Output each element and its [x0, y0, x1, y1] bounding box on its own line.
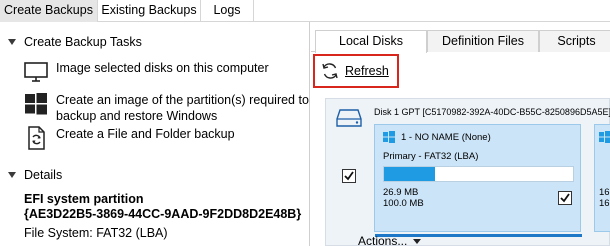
- monitor-icon: [24, 62, 48, 82]
- details-heading: Details: [24, 168, 63, 182]
- windows-icon: [25, 93, 47, 115]
- usage-bar: [383, 166, 574, 182]
- task-image-disks[interactable]: Image selected disks on this computer: [24, 60, 269, 84]
- partition-guid: {AE3D22B5-3869-44CC-9AAD-9F2DD8D2E48B}: [24, 207, 302, 221]
- dropdown-caret-icon: [413, 238, 422, 244]
- hard-disk-icon: [336, 109, 362, 127]
- partition-name: 1 - NO NAME (None): [401, 132, 491, 143]
- check-icon: [560, 193, 570, 203]
- task-label: Create a File and Folder backup: [56, 127, 235, 141]
- total-size: 100.0 MB: [383, 198, 424, 209]
- collapse-caret-icon: [8, 39, 16, 45]
- tab-existing-backups[interactable]: Existing Backups: [98, 0, 201, 22]
- disk-map: Disk 1 GPT [C5170982-392A-40DC-B55C-8250…: [325, 98, 610, 246]
- refresh-button[interactable]: Refresh: [313, 54, 399, 88]
- refresh-label: Refresh: [345, 64, 389, 78]
- tab-local-disks[interactable]: Local Disks: [315, 30, 427, 53]
- tasks-heading: Create Backup Tasks: [24, 35, 142, 49]
- tab-definition-files[interactable]: Definition Files: [427, 30, 539, 52]
- file-backup-icon: [28, 126, 45, 150]
- partition-card[interactable]: 1 - NO NAME (None) Primary - FAT32 (LBA)…: [374, 124, 582, 237]
- collapse-caret-icon: [8, 172, 16, 178]
- actions-menu[interactable]: Actions...: [358, 234, 422, 246]
- tasks-pane: Create Backup Tasks Image selected disks…: [0, 22, 310, 246]
- windows-icon: [599, 131, 610, 143]
- tab-scripts[interactable]: Scripts: [539, 30, 610, 52]
- partial-size: 16.0: [599, 198, 610, 209]
- main-tab-bar: Create Backups Existing Backups Logs: [0, 0, 610, 22]
- windows-icon: [383, 131, 395, 143]
- task-label: Image selected disks on this computer: [56, 61, 269, 75]
- tab-create-backups[interactable]: Create Backups: [0, 0, 98, 22]
- disk-tab-bar: Local Disks Definition Files Scripts: [311, 30, 610, 53]
- refresh-icon: [322, 63, 338, 79]
- partition-title: EFI system partition: [24, 192, 144, 206]
- tasks-section-header[interactable]: Create Backup Tasks: [8, 34, 142, 50]
- task-image-windows[interactable]: Create an image of the partition(s) requ…: [24, 92, 309, 124]
- check-icon: [344, 171, 354, 181]
- used-size: 26.9 MB: [383, 187, 419, 198]
- actions-label: Actions...: [358, 234, 408, 246]
- partition-type: Primary - FAT32 (LBA): [383, 151, 479, 162]
- tab-logs[interactable]: Logs: [201, 0, 254, 22]
- partial-size: 16.0: [599, 187, 610, 198]
- disk-title: Disk 1 GPT [C5170982-392A-40DC-B55C-8250…: [374, 107, 610, 117]
- task-label-line: backup and restore Windows: [56, 109, 218, 123]
- details-section-header[interactable]: Details: [8, 167, 62, 183]
- partition-card-partial[interactable]: 16.0 16.0: [594, 124, 610, 232]
- disks-pane: Local Disks Definition Files Scripts Ref…: [311, 22, 610, 246]
- partition-filesystem: File System: FAT32 (LBA): [24, 226, 168, 240]
- task-label-line: Create an image of the partition(s) requ…: [56, 93, 309, 107]
- disk-checkbox[interactable]: [342, 169, 356, 183]
- usage-bar-fill: [384, 167, 435, 181]
- task-file-folder[interactable]: Create a File and Folder backup: [24, 126, 235, 150]
- details-panel: EFI system partition {AE3D22B5-3869-44CC…: [24, 192, 301, 241]
- partition-checkbox[interactable]: [558, 191, 572, 205]
